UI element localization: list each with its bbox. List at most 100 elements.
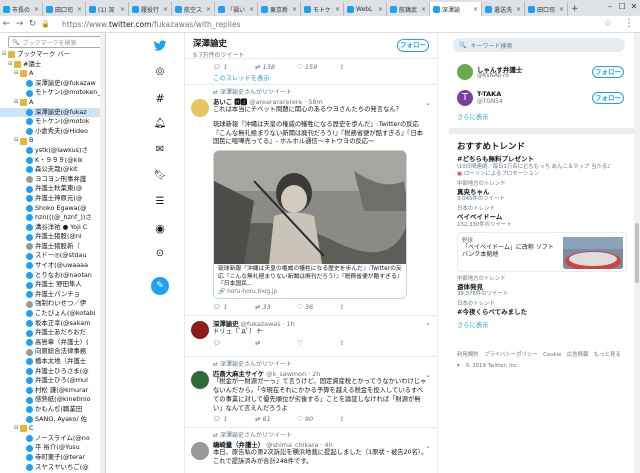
bookmark-search-input[interactable]: 🔍 ブックマークを検索 (8, 36, 102, 48)
bookmark-item[interactable]: 深澤諭史(@fukazaw (0, 79, 105, 89)
like-action[interactable]: ♡ 90 (297, 415, 339, 423)
trend-news-card[interactable]: 野球 「ベイベイドーム」に改称 ソフトバンク本拠地 (457, 231, 627, 272)
bookmark-item[interactable]: 小倉秀夫(@Hideo (0, 127, 105, 137)
bookmark-folder[interactable]: ⊟ B (0, 136, 105, 146)
trend-item[interactable]: 日本のトレンド #今夜くらべてみました (457, 301, 634, 317)
bookmark-item[interactable]: とりなお(@naotan (0, 271, 105, 281)
show-more-link[interactable]: さらに表示 (457, 112, 634, 124)
bookmark-item[interactable]: モトケン(@motok (0, 117, 105, 127)
reply-action[interactable]: 💬︎ 1 (213, 63, 255, 71)
tweet[interactable]: ⇄ 深澤諭史さんがリツイート ⌄ 匹斎大麻主サイケ @k_sawmon · 2h… (185, 357, 437, 427)
avatar[interactable] (191, 99, 209, 117)
tweet[interactable]: ⇄ 深澤諭史さんがリツイート ⌄ あいこ 🅷🅹 @arearararerere … (185, 85, 437, 315)
close-tab-icon[interactable]: × (77, 6, 82, 13)
chevron-down-icon[interactable]: ⌄ (425, 99, 431, 107)
trend-item-promoted[interactable]: #どちらも無料プレゼント \10日間連続／毎日1万名にどちもっち あんこ＆ホップ… (457, 155, 634, 178)
bookmark-folder[interactable]: ⊟ A (0, 98, 105, 108)
bookmark-item[interactable]: 向原総合法律事務 (0, 347, 105, 357)
suggested-user-name[interactable]: T-TAKA (477, 90, 501, 98)
close-tab-icon[interactable]: × (335, 6, 340, 13)
scrollbar-thumb[interactable] (635, 223, 639, 283)
author-name[interactable]: 匹斎大麻主サイケ (213, 370, 264, 378)
bookmark-item[interactable]: 森公夫哉(@kit (0, 165, 105, 175)
bookmark-item[interactable]: 弁護士ひろさま(@ (0, 367, 105, 377)
notifications-bell-icon[interactable]: 🔔︎ (153, 118, 167, 132)
back-icon[interactable]: ← (0, 19, 13, 29)
browser-tab[interactable]: 航空ス × (172, 2, 215, 16)
avatar[interactable] (457, 64, 473, 80)
bookmark-item[interactable]: hzn(((@_hznf_))さ (0, 213, 105, 223)
browser-tab[interactable]: 遺送洗 × (482, 2, 525, 16)
like-action[interactable]: ♡ 159 (297, 63, 339, 71)
explore-icon[interactable]: ◎ (153, 66, 167, 80)
close-tab-icon[interactable]: × (120, 6, 125, 13)
trend-item[interactable]: 日本のトレンド ベイベイドーム 132,330件のツイート (457, 206, 634, 229)
bookmark-item[interactable]: 弁護士 野田隼人 (0, 280, 105, 290)
close-tab-icon[interactable]: × (206, 6, 211, 13)
bookmark-folder[interactable]: ⊟ A (0, 69, 105, 79)
bookmark-item[interactable]: 村松 謙(@kmurar (0, 386, 105, 396)
bookmark-item[interactable]: 溝谷洋祐 ● Yoji C (0, 223, 105, 233)
bookmarks-icon[interactable]: 🔖︎ (153, 170, 167, 184)
browser-tab[interactable]: 航鶏武 × (387, 2, 430, 16)
minimize-button[interactable]: – (604, 0, 616, 14)
show-thread-link[interactable]: このスレッドを表示 (185, 73, 437, 84)
close-tab-icon[interactable]: × (516, 6, 521, 13)
bookmark-item[interactable]: ヨコヨン刑事弁護 (0, 175, 105, 185)
share-icon[interactable]: ⇧ (339, 415, 381, 423)
share-icon[interactable]: ⇧ (339, 303, 381, 311)
browser-tab[interactable]: モトケ × (301, 2, 344, 16)
chevron-down-icon[interactable]: ⌄ (425, 371, 431, 379)
reload-icon[interactable]: ↻ (26, 19, 39, 29)
show-more-link[interactable]: さらに表示 (457, 320, 634, 332)
trend-item[interactable]: 中部地方のトレンド 真央ちゃん 3,045件のツイート (457, 181, 634, 204)
bookmark-item[interactable]: スヤスヤいちご(@ (0, 463, 105, 473)
suggested-user[interactable]: T T-TAKA @TGN54 フォロー (455, 86, 634, 112)
bookmark-item[interactable]: Shoko Egawa(@ (0, 204, 105, 214)
trend-item[interactable]: 中部地方のトレンド 遠体発見 39,378件のツイート (457, 276, 634, 299)
bookmark-item[interactable]: 弁護士猪股新（ (0, 242, 105, 252)
like-action[interactable]: ♡ (297, 339, 339, 347)
bookmark-item[interactable]: モトケン(@motoken_ (0, 88, 105, 98)
browser-tab[interactable]: 東京新 × (258, 2, 301, 16)
close-tab-icon[interactable]: × (292, 6, 297, 13)
like-action[interactable]: ♡ 36 (297, 303, 339, 311)
close-tab-icon[interactable]: × (34, 6, 39, 13)
browser-tab[interactable]: 履役行 × (129, 2, 172, 16)
close-tab-icon[interactable]: × (249, 6, 254, 13)
retweet-action[interactable]: ⇄ 138 (255, 63, 297, 71)
share-icon[interactable]: ⇧ (339, 63, 381, 71)
browser-tab[interactable]: 田口司 × (43, 2, 86, 16)
browser-menu-icon[interactable]: ⋮ (624, 18, 634, 29)
browser-tab[interactable]: 「福い × (215, 2, 258, 16)
retweet-action[interactable]: ⇄ (255, 339, 297, 347)
chevron-down-icon[interactable]: ⌄ (425, 319, 431, 327)
bookmark-item[interactable]: 弁護士神原元(@ (0, 194, 105, 204)
bookmark-item[interactable]: 弁護士猪股(@ni (0, 232, 105, 242)
messages-mail-icon[interactable]: ✉ (153, 144, 167, 158)
browser-tab[interactable]: 深澤諭 × (430, 2, 482, 16)
bookmark-item[interactable]: こたびょん(@kotabi (0, 309, 105, 319)
retweet-action[interactable]: ⇄ 33 (255, 303, 297, 311)
bookmark-star-icon[interactable]: ☆ (604, 19, 612, 29)
new-tab-button[interactable]: + (568, 2, 582, 16)
share-icon[interactable]: ⇧ (339, 339, 381, 347)
bookmark-item[interactable]: 深澤諭史(@fukaz (0, 107, 105, 118)
bookmark-folder[interactable]: ⊟ #議士 (0, 60, 105, 70)
follow-button[interactable]: フォロー (592, 66, 624, 78)
bookmark-item[interactable]: 弁護士ひろ(@mul (0, 376, 105, 386)
close-tab-icon[interactable]: × (473, 6, 478, 13)
bookmark-item[interactable]: スドー◎(@stdau (0, 251, 105, 261)
avatar[interactable] (191, 371, 209, 390)
avatar[interactable]: T (457, 90, 473, 106)
bookmark-item[interactable]: SANO, Ayako/ 佐 (0, 415, 105, 425)
twitter-search-input[interactable]: 🔍 キーワード検索 (453, 38, 625, 52)
browser-tab[interactable]: (1) 深 × (86, 2, 129, 16)
compose-tweet-button[interactable]: ✎ (151, 277, 169, 295)
bookmark-folder[interactable]: ⊟ C (0, 424, 105, 434)
browser-tab[interactable]: 市長の × (0, 2, 43, 16)
page-scrollbar[interactable] (634, 33, 640, 473)
close-tab-icon[interactable]: × (559, 6, 564, 13)
avatar[interactable] (191, 442, 209, 461)
close-tab-icon[interactable]: × (163, 6, 168, 13)
